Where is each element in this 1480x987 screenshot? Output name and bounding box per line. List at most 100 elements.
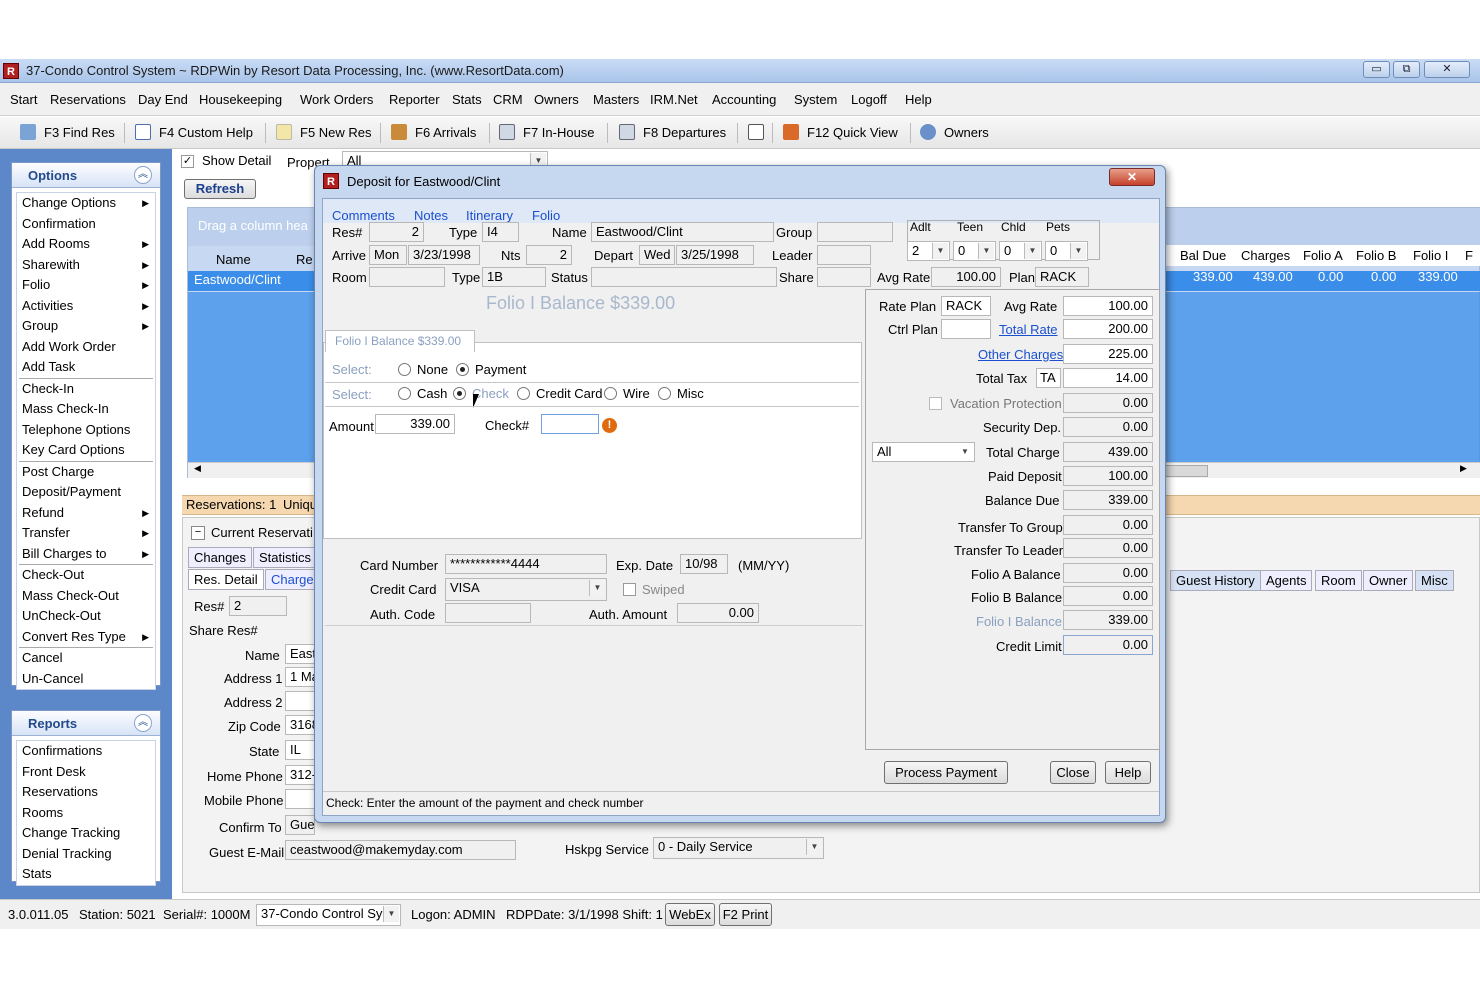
home-phone-field[interactable]: 312- [285,765,315,785]
vacation-protection-checkbox[interactable] [929,397,942,410]
report-front-desk[interactable]: Front Desk [17,762,155,783]
charge-filter-select[interactable]: All ▼ [872,442,975,462]
calendar-button[interactable] [748,123,772,143]
close-window-button[interactable]: ✕ [1424,61,1470,78]
zip-code-field[interactable]: 3168 [285,715,315,735]
scroll-right-icon[interactable]: ▶ [1460,463,1467,474]
tab-folio[interactable]: Folio [532,208,560,223]
column-folio-a[interactable]: Folio A [1303,248,1343,263]
option-add-rooms[interactable]: Add Rooms ▶ [17,234,155,255]
departures-button[interactable]: F8 Departures [619,123,726,143]
menu-help[interactable]: Help [905,92,932,107]
column-folio-i[interactable]: Folio I [1413,248,1448,263]
custom-help-button[interactable]: F4 Custom Help [135,123,253,143]
tab-res-detail[interactable]: Res. Detail [188,569,264,590]
mobile-phone-field[interactable] [285,789,315,809]
menu-reporter[interactable]: Reporter [389,92,440,107]
close-button[interactable]: Close [1050,761,1096,784]
menu-start[interactable]: Start [10,92,37,107]
report-stats[interactable]: Stats [17,864,155,885]
maximize-button[interactable]: ⧉ [1393,61,1420,78]
menu-housekeeping[interactable]: Housekeeping [199,92,282,107]
system-select[interactable]: 37-Condo Control Sy ▼ [256,904,401,926]
option-sharewith[interactable]: Sharewith ▶ [17,255,155,276]
state-field[interactable]: IL [285,740,315,760]
guest-email-field[interactable]: ceastwood@makemyday.com [285,840,516,860]
column-f[interactable]: F [1465,248,1473,263]
report-denial-tracking[interactable]: Denial Tracking [17,844,155,865]
option-change-options[interactable]: Change Options ▶ [17,193,155,214]
column-bal-due[interactable]: Bal Due [1180,248,1226,263]
option-add-task[interactable]: Add Task [17,357,155,378]
tab-owner[interactable]: Owner [1363,570,1414,591]
dialog-close-button[interactable]: ✕ [1109,168,1155,186]
option-group[interactable]: Group ▶ [17,316,155,337]
tab-itinerary[interactable]: Itinerary [466,208,513,223]
adults-select[interactable]: 2 ▼ [907,241,950,261]
minimize-button[interactable]: ▭ [1363,61,1390,78]
tab-comments[interactable]: Comments [332,208,395,223]
menu-reservations[interactable]: Reservations [50,92,126,107]
scroll-left-icon[interactable]: ◀ [194,463,201,474]
total-rate-link[interactable]: Total Rate [999,322,1058,337]
new-res-button[interactable]: F5 New Res [276,123,372,143]
tab-room[interactable]: Room [1315,570,1362,591]
find-res-button[interactable]: F3 Find Res [20,123,115,143]
option-bill-charges-to[interactable]: Bill Charges to ▶ [17,544,155,565]
tab-statistics[interactable]: Statistics [253,547,318,568]
menu-masters[interactable]: Masters [593,92,639,107]
wire-radio[interactable]: Wire [604,386,650,401]
print-button[interactable]: F2 Print [719,903,772,926]
tab-charges[interactable]: Charge [265,569,320,590]
amount-field[interactable]: 339.00 [375,414,455,434]
credit-card-radio[interactable]: Credit Card [517,386,602,401]
tab-notes[interactable]: Notes [414,208,448,223]
option-deposit-payment[interactable]: Deposit/Payment [17,482,155,503]
option-uncheck-out[interactable]: UnCheck-Out [17,606,155,627]
refresh-button[interactable]: Refresh [184,179,256,199]
option-check-out[interactable]: Check-Out [17,565,155,586]
option-refund[interactable]: Refund ▶ [17,503,155,524]
name-field[interactable]: East [285,644,315,664]
menu-logoff[interactable]: Logoff [851,92,887,107]
report-rooms[interactable]: Rooms [17,803,155,824]
other-charges-link[interactable]: Other Charges [978,347,1063,362]
option-add-work-order[interactable]: Add Work Order [17,337,155,358]
process-payment-button[interactable]: Process Payment [884,761,1008,784]
column-name[interactable]: Name [216,252,251,267]
check-number-field[interactable] [541,414,599,434]
report-change-tracking[interactable]: Change Tracking [17,823,155,844]
tab-changes[interactable]: Changes [188,547,253,568]
tab-guest-history[interactable]: Guest History [1170,570,1261,591]
menu-irm-net[interactable]: IRM.Net [650,92,698,107]
menu-accounting[interactable]: Accounting [712,92,776,107]
show-detail-checkbox[interactable]: ✓ [181,155,194,168]
webex-button[interactable]: WebEx [665,903,715,926]
option-convert-res-type[interactable]: Convert Res Type ▶ [17,627,155,648]
column-charges[interactable]: Charges [1241,248,1290,263]
address1-field[interactable]: 1 Ma [285,667,315,687]
option-activities[interactable]: Activities ▶ [17,296,155,317]
menu-system[interactable]: System [794,92,837,107]
menu-stats[interactable]: Stats [452,92,482,107]
option-post-charge[interactable]: Post Charge [17,462,155,483]
menu-day-end[interactable]: Day End [138,92,188,107]
report-reservations[interactable]: Reservations [17,782,155,803]
tab-agents[interactable]: Agents [1260,570,1313,591]
children-select[interactable]: 0 ▼ [999,241,1042,261]
option-transfer[interactable]: Transfer ▶ [17,523,155,544]
folio-tab[interactable]: Folio I Balance $339.00 [325,330,475,352]
payment-radio[interactable]: Payment [456,362,526,377]
option-telephone-options[interactable]: Telephone Options [17,420,155,441]
confirm-to-field[interactable]: Guest [285,815,315,835]
collapse-icon[interactable]: ︽ [134,166,152,184]
misc-radio[interactable]: Misc [658,386,704,401]
option-check-in[interactable]: Check-In [17,379,155,400]
collapse-icon[interactable]: ︽ [134,714,152,732]
menu-crm[interactable]: CRM [493,92,523,107]
column-re[interactable]: Re [296,252,313,267]
teens-select[interactable]: 0 ▼ [953,241,996,261]
pets-select[interactable]: 0 ▼ [1045,241,1088,261]
column-folio-b[interactable]: Folio B [1356,248,1396,263]
option-mass-check-in[interactable]: Mass Check-In [17,399,155,420]
